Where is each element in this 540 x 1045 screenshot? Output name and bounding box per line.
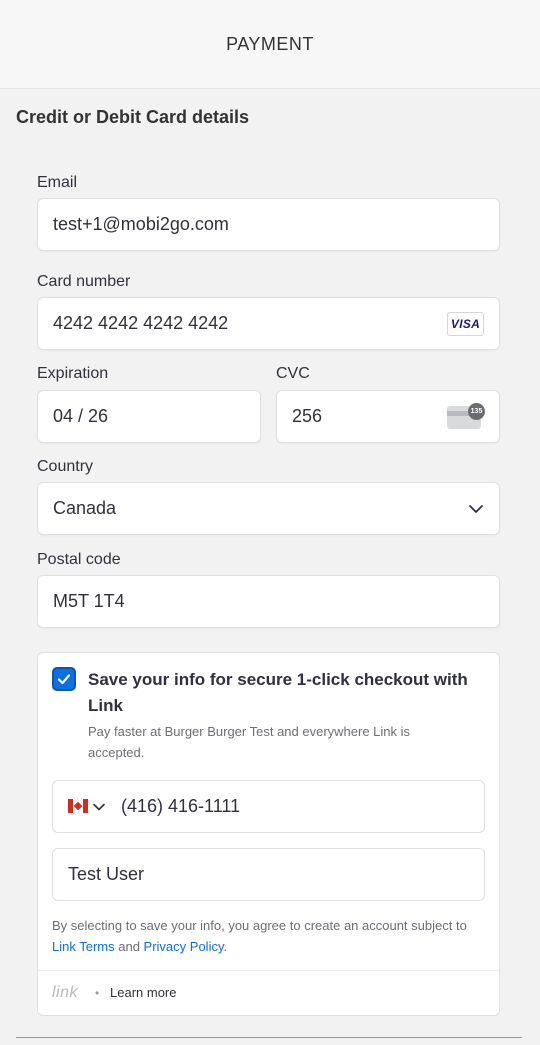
cvc-field[interactable]: 256 135 <box>276 390 500 443</box>
link-save-title: Save your info for secure 1-click checko… <box>88 670 468 715</box>
privacy-policy-link[interactable]: Privacy Policy <box>144 939 224 954</box>
separator-dot: • <box>95 986 100 1000</box>
visa-icon: VISA <box>447 312 484 336</box>
email-field[interactable]: test+1@mobi2go.com <box>37 198 500 251</box>
canada-flag-icon <box>68 799 88 813</box>
cvc-card-icon: 135 <box>447 403 485 431</box>
link-terms-link[interactable]: Link Terms <box>52 939 115 954</box>
country-label: Country <box>37 458 94 475</box>
link-save-subtitle: Pay faster at Burger Burger Test and eve… <box>88 724 411 760</box>
checkmark-icon <box>57 674 71 685</box>
terms-text: By selecting to save your info, you agre… <box>52 915 472 957</box>
expiration-value: 04 / 26 <box>53 406 109 426</box>
country-code-chevron-icon[interactable] <box>92 800 106 814</box>
email-label: Email <box>37 174 78 191</box>
cvc-value: 256 <box>292 406 323 426</box>
section-title: Credit or Debit Card details <box>16 107 250 127</box>
header-bar: PAYMENT <box>0 0 540 89</box>
card-number-value: 4242 4242 4242 4242 <box>53 313 229 333</box>
phone-field[interactable]: (416) 416-1111 <box>52 780 485 833</box>
divider <box>16 1037 522 1038</box>
postal-code-field[interactable]: M5T 1T4 <box>37 575 500 628</box>
full-name-field[interactable]: Test User <box>52 848 485 901</box>
card-number-label: Card number <box>37 273 131 290</box>
learn-more-link[interactable]: Learn more <box>110 985 176 1000</box>
country-value: Canada <box>53 498 117 518</box>
expiration-label: Expiration <box>37 365 109 382</box>
card-number-field[interactable]: 4242 4242 4242 4242 VISA <box>37 297 500 350</box>
postal-code-value: M5T 1T4 <box>53 591 125 611</box>
chevron-down-icon <box>469 505 483 513</box>
cvc-badge: 135 <box>468 403 485 420</box>
page-title: PAYMENT <box>226 33 314 54</box>
cvc-label: CVC <box>276 365 310 382</box>
save-info-checkbox[interactable] <box>52 667 76 691</box>
link-logo: link <box>52 984 79 1001</box>
country-select[interactable]: Canada <box>37 482 500 535</box>
phone-value: (416) 416-1111 <box>121 796 241 816</box>
email-value: test+1@mobi2go.com <box>53 214 229 234</box>
link-save-panel: Save your info for secure 1-click checko… <box>37 652 500 1016</box>
terms-prefix: By selecting to save your info, you agre… <box>52 918 467 933</box>
full-name-value: Test User <box>68 864 145 884</box>
terms-suffix: . <box>223 939 228 954</box>
terms-and: and <box>114 939 144 954</box>
link-footer: link • Learn more <box>38 970 499 1015</box>
expiration-field[interactable]: 04 / 26 <box>37 390 261 443</box>
postal-code-label: Postal code <box>37 551 121 568</box>
